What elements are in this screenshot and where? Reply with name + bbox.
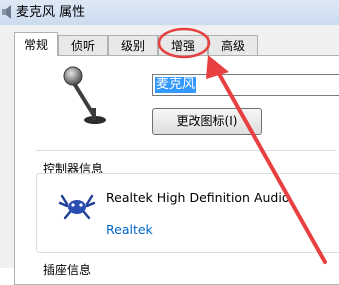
- title-bar: 麦克风 属性: [0, 0, 339, 25]
- vendor-link[interactable]: Realtek: [106, 222, 153, 237]
- tab-advanced[interactable]: 高级: [208, 35, 258, 55]
- tab-general[interactable]: 常规: [14, 32, 58, 56]
- device-name-value: 麦克风: [155, 77, 197, 93]
- microphone-icon: [63, 66, 106, 124]
- jack-info-label: 插座信息: [43, 263, 92, 277]
- tab-levels[interactable]: 级别: [108, 35, 158, 55]
- device-name-input[interactable]: 麦克风: [152, 74, 339, 96]
- tab-listen[interactable]: 侦听: [58, 35, 108, 55]
- speaker-icon: [2, 5, 11, 19]
- realtek-crab-icon: [58, 194, 96, 220]
- tab-enhancements[interactable]: 增强: [158, 35, 208, 55]
- window-title: 麦克风 属性: [16, 5, 86, 20]
- divider: [36, 150, 336, 151]
- controller-name: Realtek High Definition Audio: [106, 190, 290, 205]
- change-icon-button[interactable]: 更改图标(I): [152, 108, 262, 135]
